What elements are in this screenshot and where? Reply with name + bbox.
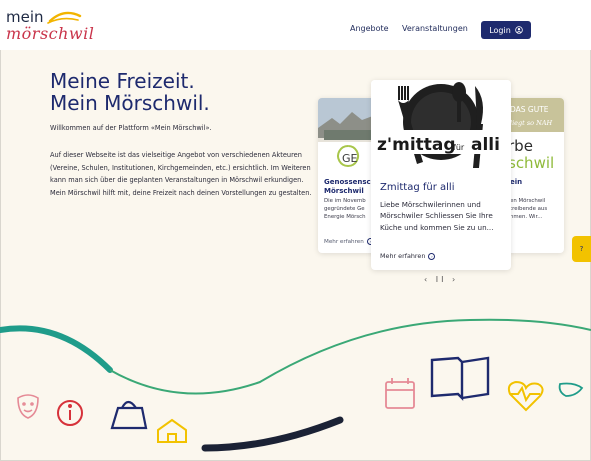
card-right-banner-line2: liegt so NAH <box>510 119 553 127</box>
card-center-text: Liebe Mörschwilerinnen und Mörschwiler S… <box>380 200 494 232</box>
card-center-more-label: Mehr erfahren <box>380 252 426 260</box>
shopping-bag-icon <box>110 400 148 430</box>
zmittag-logo-text2: alli <box>471 135 500 155</box>
card-right-banner-line1: DAS GUTE <box>510 105 549 114</box>
card-left-more-link[interactable]: Mehr erfahren › <box>324 238 374 245</box>
offer-card-zmittag[interactable]: z'mittag für alli Zmittag für alli Liebe… <box>371 80 511 270</box>
zmittag-logo-small: für <box>453 143 465 152</box>
theater-masks-icon <box>17 394 39 419</box>
site-header: mein mörschwil Angebote Veranstaltungen … <box>0 0 591 50</box>
info-icon <box>57 400 83 426</box>
card-image-energy: GE <box>318 98 378 170</box>
heart-pulse-icon <box>507 380 544 412</box>
card-left-text: Die im Novemb gegründete Ge Energie Mörs… <box>324 198 366 220</box>
user-circle-icon <box>515 26 523 34</box>
offer-card-gewerbe[interactable]: DAS GUTE liegt so NAH rbe schwil ein en … <box>506 98 564 253</box>
teal-wave-line <box>0 325 113 373</box>
open-book-icon <box>430 356 490 401</box>
card-right-big-text2: schwil <box>508 154 554 172</box>
card-right-text: en Mörschwil treibende aus nmen. Wir... <box>510 198 548 220</box>
carousel-pager: ‹ II › <box>424 275 458 284</box>
card-left-title: Genossensc Mörschwil <box>324 178 371 195</box>
card-image-zmittag: z'mittag für alli <box>371 80 511 175</box>
hero-body: Auf dieser Webseite ist das vielseitige … <box>50 151 312 197</box>
carousel-prev-button[interactable]: ‹ <box>424 275 430 284</box>
card-left-more-label: Mehr erfahren <box>324 238 364 245</box>
logo-name-text: mörschwil <box>6 24 95 43</box>
arrow-right-circle-icon: › <box>428 252 436 260</box>
nav-angebote[interactable]: Angebote <box>350 24 389 33</box>
login-label: Login <box>489 25 511 35</box>
logo-sun-icon <box>47 11 82 24</box>
card-center-title: Zmittag für alli <box>380 182 455 193</box>
hero-title: Meine Freizeit. Mein Mörschwil. <box>50 70 300 114</box>
hero-intro: Willkommen auf der Plattform «Mein Mörsc… <box>50 124 212 132</box>
cup-icon <box>558 382 584 397</box>
calendar-icon <box>385 378 415 409</box>
nav-veranstaltungen[interactable]: Veranstaltungen <box>402 24 468 33</box>
navy-arc-line <box>201 416 344 452</box>
hero-title-line2: Mein Mörschwil. <box>50 91 210 115</box>
card-right-big-text: rbe <box>508 137 533 155</box>
site-logo[interactable]: mein mörschwil <box>6 6 96 46</box>
decorative-illustration <box>0 318 591 452</box>
carousel-pause-button[interactable]: II <box>436 275 447 284</box>
card-image-gewerbe: DAS GUTE liegt so NAH rbe schwil <box>506 98 564 178</box>
card-right-title: ein <box>510 178 523 186</box>
home-icon <box>157 418 187 443</box>
hero-title-line1: Meine Freizeit. <box>50 69 195 93</box>
carousel-next-button[interactable]: › <box>452 275 458 284</box>
zmittag-logo-text: z'mittag <box>377 135 456 155</box>
card-center-more-link[interactable]: Mehr erfahren › <box>380 252 436 260</box>
offer-card-genossenschaft[interactable]: GE Genossensc Mörschwil Die im Novemb ge… <box>318 98 378 253</box>
login-button[interactable]: Login <box>481 21 531 39</box>
side-help-tab[interactable]: ? <box>572 236 591 262</box>
card-left-logo-text: GE <box>342 152 358 165</box>
